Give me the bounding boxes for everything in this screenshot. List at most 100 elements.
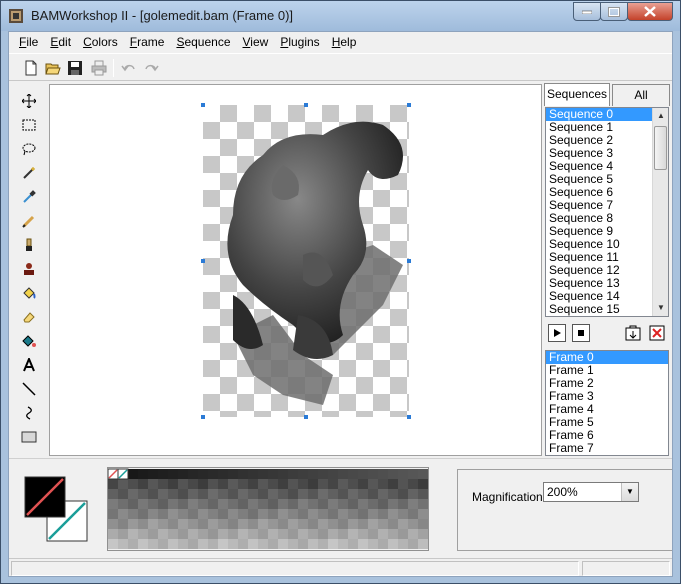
palette-swatch[interactable] [188,539,198,549]
palette-swatch[interactable] [148,539,158,549]
palette-swatch[interactable] [418,529,428,539]
palette-swatch[interactable] [278,529,288,539]
palette-swatch[interactable] [298,519,308,529]
palette-swatch[interactable] [378,539,388,549]
menu-file[interactable]: File [13,32,44,52]
palette-swatch[interactable] [368,479,378,489]
palette-swatch[interactable] [198,519,208,529]
palette-swatch[interactable] [398,489,408,499]
palette-swatch[interactable] [308,539,318,549]
palette-swatch[interactable] [188,489,198,499]
palette-swatch[interactable] [208,469,218,479]
palette-swatch[interactable] [188,499,198,509]
menu-view[interactable]: View [237,32,275,52]
palette-swatch[interactable] [208,529,218,539]
palette-swatch[interactable] [408,529,418,539]
palette-swatch[interactable] [388,539,398,549]
palette-swatch[interactable] [128,489,138,499]
palette-swatch[interactable] [188,469,198,479]
palette-swatch[interactable] [208,539,218,549]
palette-swatch[interactable] [298,529,308,539]
fill-bucket-icon[interactable] [20,284,38,302]
palette-swatch[interactable] [188,509,198,519]
palette-swatch[interactable] [308,519,318,529]
redo-icon[interactable] [143,60,159,76]
palette-swatch[interactable] [248,499,258,509]
palette-swatch[interactable] [148,519,158,529]
palette-swatch[interactable] [278,499,288,509]
palette-swatch[interactable] [228,529,238,539]
palette-swatch[interactable] [298,479,308,489]
palette-swatch[interactable] [148,509,158,519]
rect-select-icon[interactable] [20,116,38,134]
palette-swatch[interactable] [408,499,418,509]
palette-swatch[interactable] [268,539,278,549]
scroll-up-icon[interactable]: ▲ [653,108,668,124]
palette-swatch[interactable] [278,539,288,549]
palette-swatch[interactable] [268,469,278,479]
palette-swatch[interactable] [338,479,348,489]
palette-swatch[interactable] [418,519,428,529]
resize-handle-ne[interactable] [407,103,411,107]
palette-swatch[interactable] [218,539,228,549]
sequence-list[interactable]: Sequence 0 Sequence 1 Sequence 2 Sequence 3… [545,107,669,317]
palette-swatch[interactable] [158,519,168,529]
palette-swatch[interactable] [418,499,428,509]
palette-swatch[interactable] [208,479,218,489]
palette-swatch[interactable] [418,479,428,489]
palette-swatch[interactable] [178,529,188,539]
magnification-select[interactable]: 200% ▼ [543,482,639,502]
palette-swatch[interactable] [318,469,328,479]
stamp-icon[interactable] [20,260,38,278]
resize-handle-e[interactable] [407,259,411,263]
palette-swatch[interactable] [358,479,368,489]
minimize-button[interactable] [573,2,601,21]
palette-swatch[interactable] [138,509,148,519]
palette-swatch[interactable] [198,489,208,499]
resize-handle-n[interactable] [304,103,308,107]
palette-swatch[interactable] [188,479,198,489]
palette-swatch[interactable] [348,519,358,529]
palette-swatch[interactable] [148,529,158,539]
palette-swatch[interactable] [368,489,378,499]
palette-swatch[interactable] [338,519,348,529]
palette-swatch[interactable] [388,519,398,529]
palette-swatch[interactable] [298,489,308,499]
palette-swatch[interactable] [258,499,268,509]
palette-swatch[interactable] [308,479,318,489]
resize-handle-sw[interactable] [201,415,205,419]
palette-swatch[interactable] [168,469,178,479]
palette-swatch[interactable] [408,509,418,519]
palette-swatch[interactable] [118,529,128,539]
palette-swatch[interactable] [238,499,248,509]
palette-swatch[interactable] [168,499,178,509]
palette-swatch[interactable] [288,479,298,489]
palette-swatch[interactable] [168,489,178,499]
palette-swatch[interactable] [128,479,138,489]
palette-swatch[interactable] [208,509,218,519]
palette-swatch[interactable] [198,529,208,539]
palette-swatch[interactable] [198,469,208,479]
palette-swatch[interactable] [138,479,148,489]
palette-swatch[interactable] [278,479,288,489]
palette-swatch[interactable] [138,489,148,499]
palette-swatch[interactable] [308,509,318,519]
close-button[interactable] [627,2,673,21]
palette-swatch[interactable] [268,529,278,539]
palette-swatch[interactable] [208,519,218,529]
save-icon[interactable] [67,60,83,76]
palette-swatch[interactable] [128,519,138,529]
eyedropper-icon[interactable] [20,188,38,206]
palette-swatch[interactable] [318,499,328,509]
palette-swatch[interactable] [108,519,118,529]
frame-list[interactable]: Frame 0 Frame 1 Frame 2 Frame 3 Frame 4 Frame… [545,350,669,456]
palette-swatch[interactable] [288,509,298,519]
palette-swatch[interactable] [278,489,288,499]
palette-swatch[interactable] [328,489,338,499]
palette-swatch[interactable] [388,469,398,479]
palette-swatch[interactable] [378,519,388,529]
palette-swatch[interactable] [368,529,378,539]
rectangle-icon[interactable] [20,428,38,446]
palette-swatch[interactable] [178,469,188,479]
brush-icon[interactable] [20,236,38,254]
